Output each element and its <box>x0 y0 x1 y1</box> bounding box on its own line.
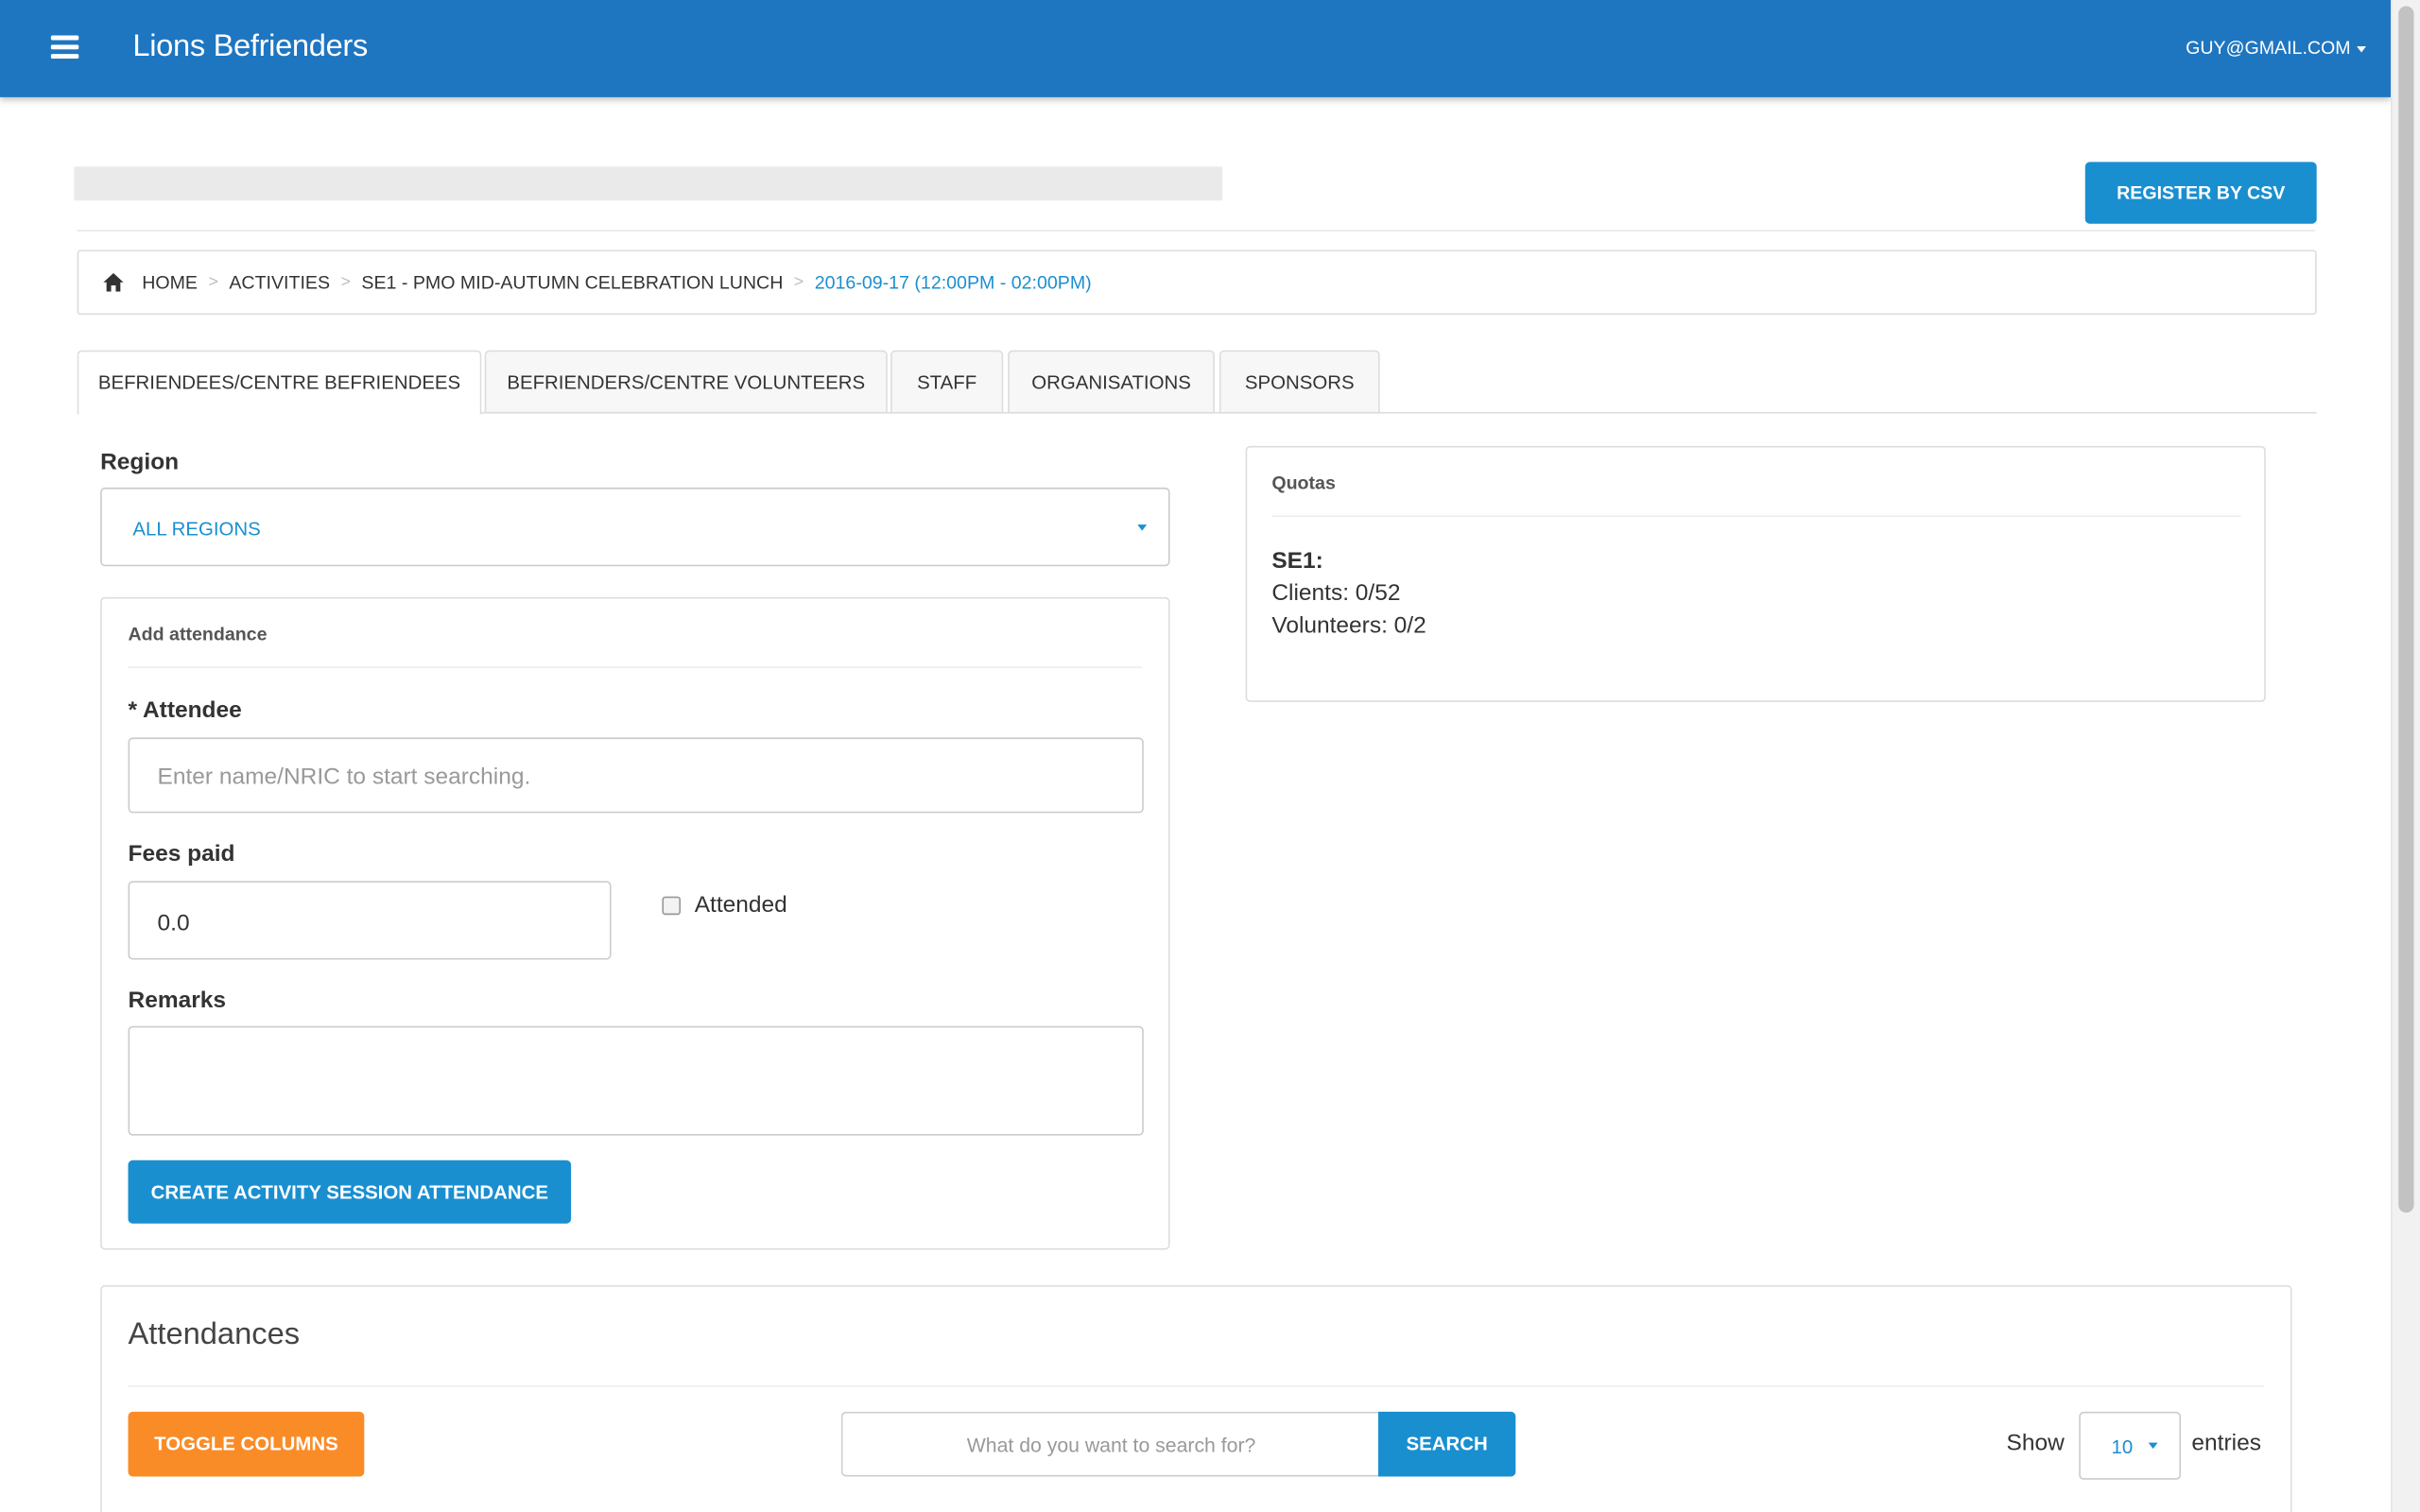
required-mark: * <box>128 696 138 724</box>
page-title-placeholder <box>74 166 1223 201</box>
breadcrumb-home[interactable]: HOME <box>142 271 198 293</box>
create-attendance-button[interactable]: CREATE ACTIVITY SESSION ATTENDANCE <box>128 1160 572 1224</box>
caret-down-icon <box>2357 45 2366 53</box>
tab-befrienders[interactable]: BEFRIENDERS/CENTRE VOLUNTEERS <box>484 350 888 414</box>
search-button[interactable]: SEARCH <box>1378 1411 1516 1477</box>
breadcrumb-activities[interactable]: ACTIVITIES <box>229 271 330 293</box>
region-selected-value: ALL REGIONS <box>132 518 261 541</box>
tab-staff[interactable]: STAFF <box>890 350 1004 414</box>
attendee-label-text: Attendee <box>142 696 242 724</box>
tab-sponsors[interactable]: SPONSORS <box>1219 350 1380 414</box>
show-label: Show <box>2006 1430 2065 1457</box>
menu-icon[interactable] <box>50 35 79 60</box>
breadcrumb-activity[interactable]: SE1 - PMO MID-AUTUMN CELEBRATION LUNCH <box>361 271 783 293</box>
caret-down-icon <box>1137 524 1148 531</box>
app-title[interactable]: Lions Befrienders <box>132 29 368 65</box>
page-scrollbar[interactable] <box>2391 0 2420 1512</box>
region-label: Region <box>100 449 180 475</box>
attendances-title: Attendances <box>128 1317 301 1352</box>
user-menu[interactable]: GUY@GMAIL.COM <box>2186 37 2366 59</box>
search-placeholder: What do you want to search for? <box>966 1433 1256 1457</box>
attendee-placeholder: Enter name/NRIC to start searching. <box>157 764 531 790</box>
breadcrumb-current: 2016-09-17 (12:00PM - 02:00PM) <box>814 271 1092 294</box>
top-navbar: Lions Befrienders GUY@GMAIL.COM <box>0 0 2392 97</box>
page-size-select[interactable]: 10 <box>2079 1411 2182 1480</box>
divider <box>128 1385 2265 1387</box>
breadcrumb-separator: > <box>793 272 804 292</box>
attendances-panel <box>100 1285 2292 1512</box>
quotas-panel <box>1245 445 2266 702</box>
fees-paid-value: 0.0 <box>157 910 190 937</box>
home-icon[interactable] <box>103 272 124 292</box>
quotas-title: Quotas <box>1271 472 1336 494</box>
toggle-columns-button[interactable]: TOGGLE COLUMNS <box>128 1411 365 1477</box>
fees-paid-label: Fees paid <box>128 840 235 868</box>
tab-organisations[interactable]: ORGANISATIONS <box>1008 350 1215 414</box>
attended-label[interactable]: Attended <box>695 892 787 919</box>
quota-volunteers: Volunteers: 0/2 <box>1271 612 1426 639</box>
remarks-textarea[interactable] <box>128 1025 1144 1136</box>
add-attendance-title: Add attendance <box>128 623 268 645</box>
region-select[interactable]: ALL REGIONS <box>100 487 1170 567</box>
divider <box>77 230 2316 232</box>
fees-paid-input[interactable]: 0.0 <box>128 881 612 960</box>
user-email: GUY@GMAIL.COM <box>2186 37 2351 60</box>
attended-checkbox[interactable] <box>662 896 682 916</box>
attendee-label: * Attendee <box>129 697 242 724</box>
quota-session: SE1: <box>1271 547 1323 575</box>
caret-down-icon <box>2148 1442 2158 1450</box>
entries-label: entries <box>2191 1430 2261 1457</box>
quota-clients: Clients: 0/52 <box>1271 579 1401 607</box>
attendance-tabs: BEFRIENDEES/CENTRE BEFRIENDEES BEFRIENDE… <box>77 350 2317 416</box>
breadcrumb-separator: > <box>208 272 218 292</box>
scrollbar-thumb[interactable] <box>2398 6 2414 1213</box>
breadcrumb: HOME > ACTIVITIES > SE1 - PMO MID-AUTUMN… <box>77 249 2317 316</box>
divider <box>1271 515 2241 517</box>
attendee-search-input[interactable]: Enter name/NRIC to start searching. <box>128 737 1144 814</box>
page-size-value: 10 <box>2111 1436 2134 1458</box>
tab-befriendees[interactable]: BEFRIENDEES/CENTRE BEFRIENDEES <box>77 350 482 416</box>
breadcrumb-separator: > <box>340 272 351 292</box>
register-by-csv-button[interactable]: REGISTER BY CSV <box>2084 162 2317 224</box>
divider <box>128 666 1143 668</box>
attendances-search-input[interactable]: What do you want to search for? <box>840 1411 1380 1477</box>
remarks-label: Remarks <box>128 987 227 1014</box>
